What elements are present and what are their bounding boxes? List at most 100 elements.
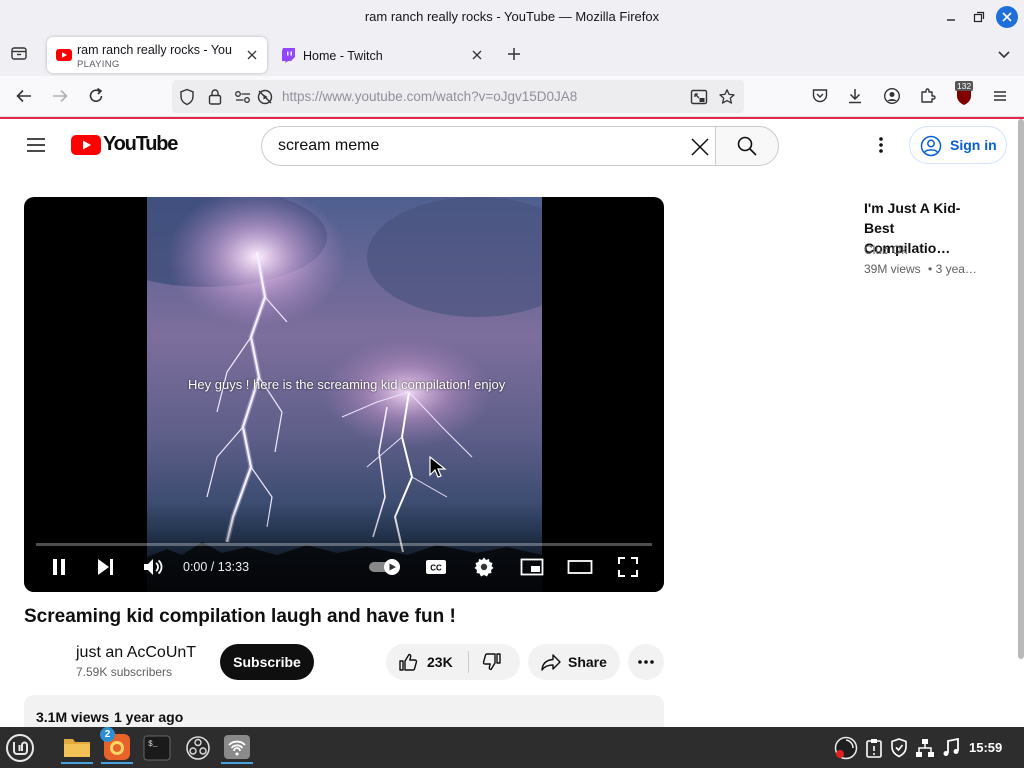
autoplay-blocked-icon[interactable] [256, 88, 274, 106]
lock-icon[interactable] [207, 88, 223, 106]
twitch-favicon-icon [282, 48, 295, 63]
video-title: Screaming kid compilation laugh and have… [24, 606, 456, 627]
autoplay-toggle-icon [369, 559, 400, 575]
account-icon [883, 87, 901, 105]
maximize-button[interactable] [968, 6, 990, 28]
pause-button[interactable] [46, 554, 72, 580]
settings-button[interactable] [471, 554, 497, 580]
progress-bar[interactable] [36, 543, 652, 546]
fullscreen-button[interactable] [615, 554, 641, 580]
chevron-down-icon [998, 51, 1010, 59]
minimize-button[interactable] [940, 6, 962, 28]
recommended-view-count: 39M views [864, 262, 921, 276]
page-scrollbar[interactable] [1018, 119, 1024, 659]
guide-menu-button[interactable] [24, 133, 48, 157]
close-window-button[interactable] [996, 6, 1018, 28]
tab-strip: ram ranch really rocks - You PLAYING Hom… [0, 34, 1024, 76]
subscriber-count: 7.59K subscribers [76, 665, 173, 679]
network-tray-icon[interactable] [913, 732, 937, 764]
mute-button[interactable] [140, 554, 166, 580]
bookmark-star-icon[interactable] [718, 88, 736, 106]
clear-search-icon[interactable] [689, 136, 711, 158]
picture-in-picture-icon[interactable] [690, 89, 708, 105]
firefox-launcher[interactable]: 2 [100, 727, 133, 764]
start-menu-button[interactable] [4, 732, 36, 764]
folder-icon [64, 739, 90, 757]
video-player[interactable]: Hey guys ! here is the screaming kid com… [24, 197, 664, 592]
video-caption: Hey guys ! here is the screaming kid com… [188, 377, 506, 392]
account-button[interactable] [880, 84, 904, 108]
search-query[interactable]: scream meme [278, 137, 379, 155]
recommended-channel-name[interactable]: Club Ok [864, 243, 907, 257]
more-actions-button[interactable] [628, 644, 664, 680]
window-titlebar: ram ranch really rocks - YouTube — Mozil… [0, 0, 1024, 34]
ublock-extension-button[interactable]: 132 [952, 81, 976, 108]
close-icon [1002, 12, 1012, 22]
mouse-cursor-icon [429, 455, 447, 478]
update-manager-tray-icon[interactable] [887, 732, 911, 764]
autoplay-toggle[interactable] [368, 554, 404, 580]
url-text[interactable]: https://www.youtube.com/watch?v=oJgv15D0… [282, 89, 577, 104]
search-input[interactable]: scream meme [261, 126, 716, 166]
list-all-tabs-button[interactable] [992, 42, 1016, 66]
downloads-button[interactable] [843, 84, 867, 108]
miniplayer-button[interactable] [519, 554, 545, 580]
time-display: 0:00 / 13:33 [183, 560, 250, 574]
reload-button[interactable] [84, 84, 108, 108]
youtube-logo-icon [71, 135, 101, 155]
like-count: 23K [427, 654, 453, 670]
sound-tray-icon[interactable] [939, 732, 963, 764]
new-tab-button[interactable] [502, 42, 526, 66]
account-circle-icon [920, 135, 942, 157]
tab-youtube[interactable]: ram ranch really rocks - You PLAYING [47, 37, 267, 73]
system-clock[interactable]: 15:59 [969, 740, 1002, 755]
firefox-view-button[interactable] [7, 41, 31, 65]
url-bar[interactable]: https://www.youtube.com/watch?v=oJgv15D0… [172, 80, 744, 113]
thumbs-down-icon [482, 653, 501, 671]
tracking-protection-shield-icon[interactable] [178, 88, 196, 106]
close-tab-icon[interactable] [244, 47, 260, 63]
theater-mode-button[interactable] [567, 554, 593, 580]
fullscreen-icon [618, 557, 638, 577]
channel-name[interactable]: just an AcCoUnT [76, 644, 196, 662]
like-button[interactable]: 23K [386, 644, 468, 680]
svg-text:$_: $_ [148, 740, 158, 749]
pocket-button[interactable] [808, 84, 832, 108]
sign-in-button[interactable]: Sign in [909, 126, 1007, 164]
subtitles-button[interactable]: CC [423, 554, 449, 580]
settings-menu-button[interactable] [869, 133, 893, 157]
extensions-button[interactable] [916, 84, 940, 108]
back-button[interactable] [12, 84, 36, 108]
subscribe-button[interactable]: Subscribe [220, 644, 314, 680]
forward-button[interactable] [48, 84, 72, 108]
gear-icon [474, 557, 494, 577]
tab-twitch[interactable]: Home - Twitch [273, 37, 493, 73]
wifi-app-icon [224, 735, 250, 759]
more-horizontal-icon [638, 660, 654, 664]
dislike-button[interactable] [469, 644, 520, 680]
recommended-video-meta: 39M views • 3 yea… [864, 262, 977, 276]
back-arrow-icon [16, 89, 31, 103]
obs-tray-icon[interactable] [833, 732, 859, 764]
recommended-upload-age: • 3 yea… [928, 262, 977, 276]
obs-launcher[interactable] [182, 732, 214, 764]
next-button[interactable] [92, 554, 118, 580]
terminal-icon: $_ [143, 735, 171, 761]
youtube-logo[interactable]: YouTube [71, 133, 178, 156]
search-button[interactable] [715, 126, 779, 166]
network-app-launcher[interactable] [221, 732, 253, 764]
permissions-icon[interactable] [234, 89, 252, 105]
sign-in-label[interactable]: Sign in [950, 137, 997, 153]
close-tab-icon[interactable] [469, 47, 485, 63]
youtube-header: YouTube scream meme Sign in [0, 119, 1017, 171]
terminal-launcher[interactable]: $_ [141, 732, 173, 764]
linux-mint-logo-icon [6, 734, 34, 762]
reload-icon [89, 87, 103, 102]
share-button[interactable]: Share [528, 644, 620, 680]
closed-captions-icon: CC [426, 560, 446, 574]
window-title: ram ranch really rocks - YouTube — Mozil… [364, 9, 660, 24]
app-menu-button[interactable] [988, 84, 1012, 108]
tab-title: Home - Twitch [303, 49, 383, 63]
files-launcher[interactable] [61, 732, 93, 764]
clipboard-tray-icon[interactable] [862, 732, 886, 764]
